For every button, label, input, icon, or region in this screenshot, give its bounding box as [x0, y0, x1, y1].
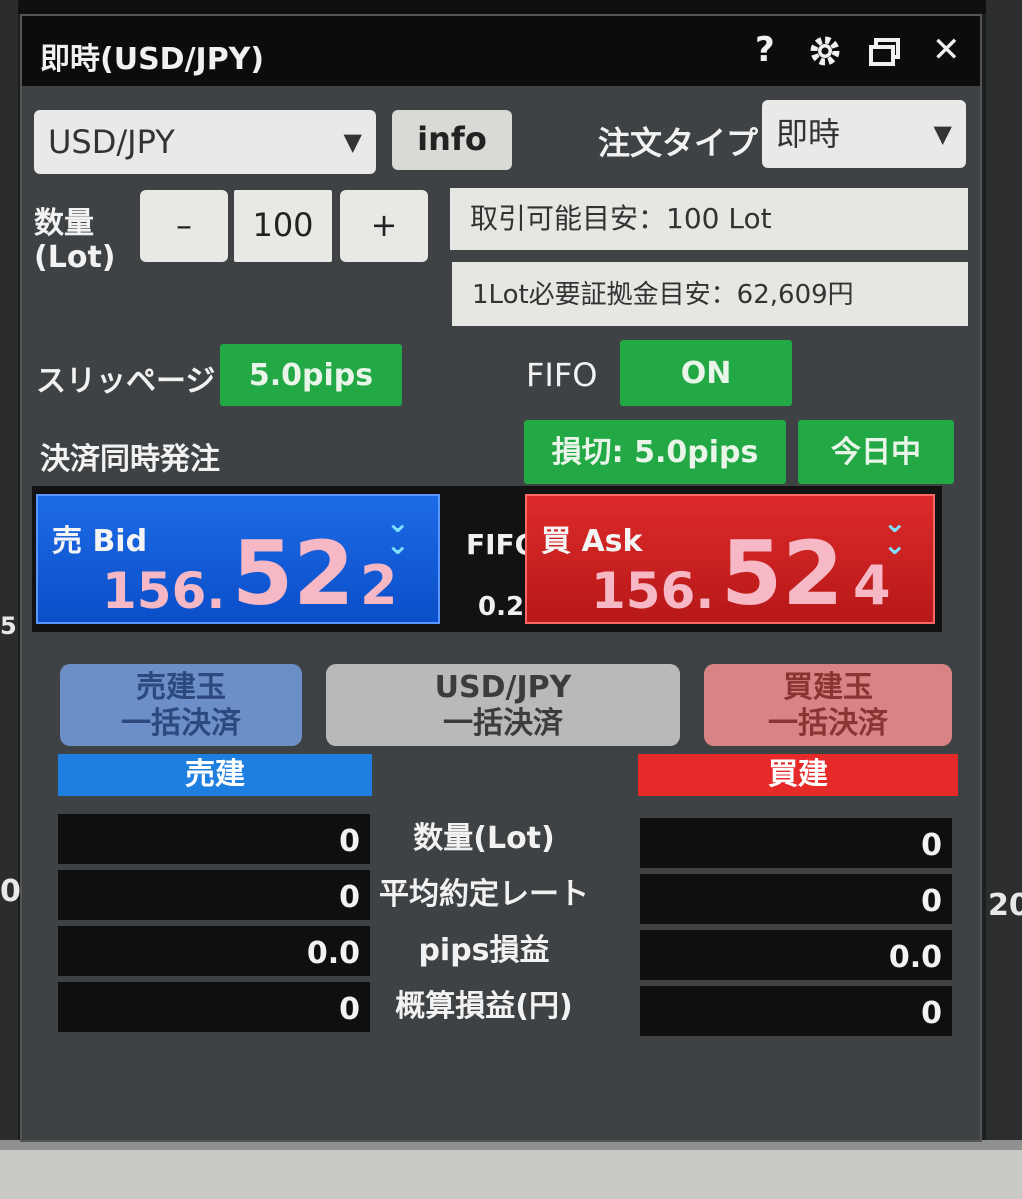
chevron-down-icon: ▼: [343, 128, 362, 156]
edge-fragment-left-a: 5: [0, 612, 17, 640]
pair-settle-all-button[interactable]: USD/JPY 一括決済: [326, 664, 680, 746]
row-label-average-rate: 平均約定レート: [379, 877, 589, 912]
fifo-toggle[interactable]: ON: [620, 340, 792, 406]
sell-settle-line1: 売建玉: [136, 670, 226, 705]
ask-label: 買 Ask: [541, 524, 643, 559]
sell-positions-settle-all-button[interactable]: 売建玉 一括決済: [60, 664, 302, 746]
slippage-button[interactable]: 5.0pips: [220, 344, 402, 406]
ask-price-pips: 52: [721, 522, 844, 625]
chevron-down-icon: ▼: [933, 120, 952, 148]
background-screen-top: [0, 0, 1022, 14]
edge-fragment-left-b: 0: [0, 874, 21, 909]
sell-bid-button[interactable]: 売 Bid 156. 52 2 ⌄ ⌄: [36, 494, 440, 625]
spread-value: 0.2: [478, 592, 525, 622]
buy-quantity-cell: 0: [640, 818, 952, 868]
sell-average-rate-cell: 0: [58, 870, 370, 920]
background-screen-right: [986, 0, 1022, 1199]
quantity-label: 数量: [34, 206, 94, 241]
bid-price-pips: 52: [232, 522, 355, 625]
background-screen-left: [0, 0, 18, 1199]
ask-price-last: 4: [853, 554, 891, 617]
quantity-decrement-button[interactable]: –: [140, 190, 228, 262]
expiry-button[interactable]: 今日中: [798, 420, 954, 484]
chevron-down-double-icon: ⌄ ⌄: [386, 506, 410, 561]
order-type-value: 即時: [776, 115, 841, 153]
sell-estimated-pnl-cell: 0: [58, 982, 370, 1032]
title-bar[interactable]: 即時(USD/JPY) ? ✕: [22, 16, 980, 86]
quantity-unit-label: (Lot): [34, 240, 116, 275]
fifo-label: FIFO: [526, 356, 598, 394]
simultaneous-order-label: 決済同時発注: [40, 442, 220, 477]
buy-pips-pnl-cell: 0.0: [640, 930, 952, 980]
help-icon[interactable]: ?: [755, 30, 775, 70]
buy-settle-line2: 一括決済: [768, 706, 888, 741]
pair-settle-line1: USD/JPY: [434, 670, 572, 705]
currency-pair-value: USD/JPY: [48, 123, 175, 161]
edge-fragment-right: 20: [988, 888, 1022, 923]
slippage-label: スリッページ: [36, 364, 216, 399]
order-type-select[interactable]: 即時 ▼: [762, 100, 966, 168]
gear-icon[interactable]: [808, 34, 842, 77]
pair-settle-line2: 一括決済: [443, 706, 563, 741]
buy-estimated-pnl-cell: 0: [640, 986, 952, 1036]
row-label-pips-pnl: pips損益: [418, 933, 550, 968]
buy-positions-settle-all-button[interactable]: 買建玉 一括決済: [704, 664, 952, 746]
currency-pair-select[interactable]: USD/JPY ▼: [34, 110, 376, 174]
buy-ask-button[interactable]: 買 Ask 156. 52 4 ⌄ ⌄: [525, 494, 935, 625]
sell-pips-pnl-cell: 0.0: [58, 926, 370, 976]
quantity-input[interactable]: 100: [234, 190, 332, 262]
buy-positions-header: 買建: [638, 754, 958, 796]
bid-price-big: 156.: [102, 562, 226, 620]
order-type-label: 注文タイプ: [598, 124, 759, 162]
buy-settle-line1: 買建玉: [783, 670, 873, 705]
bid-price-last: 2: [360, 554, 398, 617]
background-screen-bottom: [0, 1150, 1022, 1199]
close-icon[interactable]: ✕: [932, 30, 961, 70]
sell-positions-header: 売建: [58, 754, 372, 796]
info-button[interactable]: info: [392, 110, 512, 170]
buy-average-rate-cell: 0: [640, 874, 952, 924]
quantity-increment-button[interactable]: +: [340, 190, 428, 262]
row-label-estimated-pnl: 概算損益(円): [395, 989, 573, 1024]
window-restore-icon[interactable]: [868, 36, 902, 76]
tradable-lot-estimate: 取引可能目安：100 Lot: [450, 188, 968, 250]
bid-label: 売 Bid: [52, 524, 148, 559]
ask-price-big: 156.: [591, 562, 715, 620]
sell-quantity-cell: 0: [58, 814, 370, 864]
row-label-quantity: 数量(Lot): [413, 821, 555, 856]
sell-settle-line2: 一括決済: [121, 706, 241, 741]
window-title: 即時(USD/JPY): [40, 42, 265, 77]
chevron-down-double-icon: ⌄ ⌄: [883, 506, 907, 561]
required-margin-estimate: 1Lot必要証拠金目安：62,609円: [452, 262, 968, 326]
stop-loss-button[interactable]: 損切: 5.0pips: [524, 420, 786, 484]
